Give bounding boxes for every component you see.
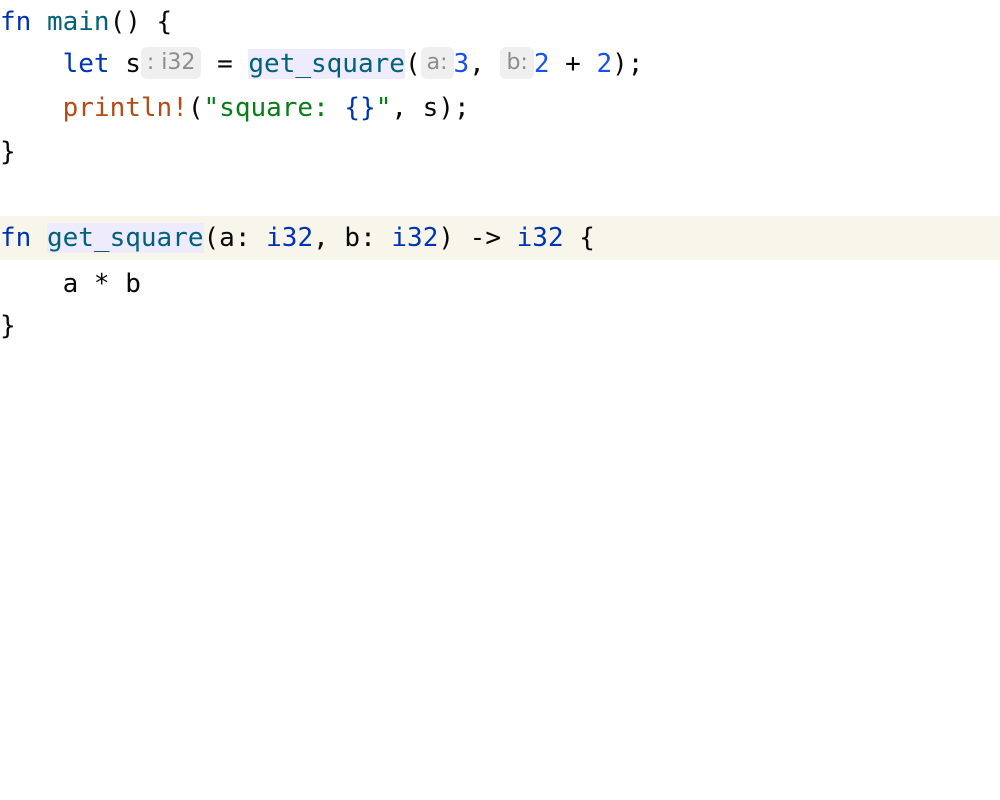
format-placeholder: {} <box>344 93 376 123</box>
param-b: , b: <box>313 223 392 253</box>
return-type-i32[interactable]: i32 <box>517 223 564 253</box>
code-line-7[interactable]: a * b <box>0 262 1000 306</box>
comma: , <box>469 49 501 79</box>
keyword-fn: fn <box>0 223 32 253</box>
assign-operator: = <box>201 49 249 79</box>
closing-brace: } <box>0 311 16 341</box>
plus-operator: + <box>549 49 597 79</box>
argument-a-value: 3 <box>453 49 470 79</box>
open-paren: ( <box>404 49 421 79</box>
return-arrow: ) -> <box>438 223 517 253</box>
code-line-2[interactable]: let s: i32 = get_square(a: 3, b: 2 + 2); <box>0 42 1000 86</box>
type-inlay-hint[interactable]: : i32 <box>140 46 202 79</box>
type-i32[interactable]: i32 <box>391 223 438 253</box>
code-editor[interactable]: fn main() { let s: i32 = get_square(a: 3,… <box>0 0 1000 800</box>
parameter-inlay-hint-b[interactable]: b: <box>500 46 534 79</box>
code-line-8[interactable]: } <box>0 304 1000 348</box>
close-paren-semicolon: ); <box>612 49 644 79</box>
open-brace: { <box>563 223 595 253</box>
code-punctuation: () { <box>109 7 173 37</box>
parameter-inlay-hint-a[interactable]: a: <box>420 46 454 79</box>
keyword-let: let <box>62 49 110 79</box>
function-name-get-square[interactable]: get_square <box>46 223 204 253</box>
function-name-main[interactable]: main <box>47 7 110 37</box>
variable-s[interactable]: s <box>110 49 141 79</box>
expression-a-times-b: a * b <box>62 269 141 299</box>
macro-args-rest: , s); <box>391 93 470 123</box>
argument-b-left: 2 <box>533 49 550 79</box>
code-line-5[interactable] <box>0 174 1000 218</box>
param-a: (a: <box>203 223 267 253</box>
function-call-get-square[interactable]: get_square <box>248 49 405 79</box>
macro-println[interactable]: println! <box>63 93 188 123</box>
code-line-4[interactable]: } <box>0 130 1000 174</box>
keyword-fn: fn <box>0 7 32 37</box>
type-i32[interactable]: i32 <box>266 223 313 253</box>
closing-brace: } <box>0 137 16 167</box>
open-paren: ( <box>187 93 204 123</box>
code-line-1[interactable]: fn main() { <box>0 0 1000 44</box>
code-line-3[interactable]: println!("square: {}", s); <box>0 86 1000 130</box>
string-literal-start: "square: <box>203 93 345 123</box>
code-line-6-current[interactable]: fn get_square(a: i32, b: i32) -> i32 { <box>0 216 1000 260</box>
argument-b-right: 2 <box>596 49 613 79</box>
string-literal-end: " <box>375 93 392 123</box>
